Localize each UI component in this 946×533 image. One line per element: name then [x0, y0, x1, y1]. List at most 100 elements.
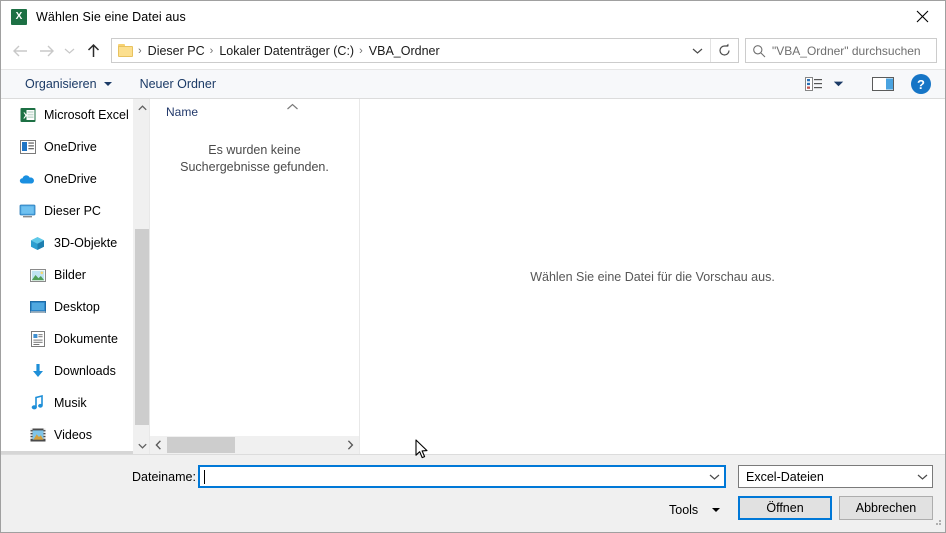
filetype-dropdown[interactable]: Excel-Dateien [738, 465, 933, 488]
filename-label: Dateiname: [132, 470, 196, 484]
scroll-left-button[interactable] [150, 436, 167, 454]
sidebar-item-desktop[interactable]: Desktop [1, 291, 133, 323]
sidebar-item-downloads[interactable]: Downloads [1, 355, 133, 387]
open-label: Öffnen [766, 501, 804, 515]
scroll-up-button[interactable] [134, 99, 149, 116]
forward-button[interactable] [33, 38, 59, 64]
sidebar-scrollbar[interactable] [133, 99, 149, 454]
file-list-hscrollbar[interactable] [150, 436, 359, 454]
onedrive-cloud-icon [19, 171, 36, 188]
dialog-body: X Microsoft Excel OneDrive OneDrive Dies… [1, 99, 945, 454]
downloads-icon [29, 363, 46, 380]
chevron-down-icon [103, 82, 112, 86]
forward-arrow-icon [39, 45, 54, 56]
up-one-level-button[interactable] [79, 38, 107, 64]
organize-label: Organisieren [25, 77, 97, 91]
preview-pane-button[interactable] [867, 71, 899, 97]
sidebar-scroll-area: X Microsoft Excel OneDrive OneDrive Dies… [1, 99, 133, 454]
breadcrumb-item-0[interactable]: Dieser PC [145, 44, 208, 58]
close-button[interactable] [899, 1, 945, 32]
breadcrumb-separator: › [359, 44, 363, 57]
sidebar-item-microsoft-excel[interactable]: X Microsoft Excel [1, 99, 133, 131]
sidebar-item-onedrive[interactable]: OneDrive [1, 163, 133, 195]
sort-ascending-icon [286, 100, 299, 114]
sidebar-item-bilder[interactable]: Bilder [1, 259, 133, 291]
sidebar-item-videos[interactable]: Videos [1, 419, 133, 451]
address-dropdown-button[interactable] [684, 39, 710, 62]
refresh-icon [719, 43, 730, 56]
resize-grip[interactable] [931, 515, 942, 529]
view-options-button[interactable] [800, 71, 828, 97]
refresh-button[interactable] [710, 39, 738, 62]
scroll-left-icon [155, 440, 161, 450]
sidebar-item-dokumente[interactable]: Dokumente [1, 323, 133, 355]
sidebar-item-onedrive-business[interactable]: OneDrive [1, 131, 133, 163]
search-box[interactable]: "VBA_Ordner" durchsuchen [745, 38, 937, 63]
pictures-icon [29, 267, 46, 284]
excel-icon: X [19, 107, 36, 124]
new-folder-label: Neuer Ordner [139, 77, 217, 91]
filename-field[interactable] [198, 465, 726, 488]
help-button[interactable]: ? [911, 74, 931, 94]
sidebar-item-3d-objekte[interactable]: 3D-Objekte [1, 227, 133, 259]
search-input[interactable]: "VBA_Ordner" durchsuchen [772, 44, 921, 58]
navigation-sidebar: X Microsoft Excel OneDrive OneDrive Dies… [1, 99, 149, 454]
scroll-up-icon [137, 104, 147, 110]
address-bar[interactable]: › Dieser PC › Lokaler Datenträger (C:) ›… [111, 38, 739, 63]
toolbar-right-group: ? [800, 71, 937, 97]
chevron-down-icon [833, 81, 844, 87]
breadcrumb-separator: › [209, 44, 214, 57]
sidebar-scroll-thumb[interactable] [135, 229, 149, 425]
window-title: Wählen Sie eine Datei aus [36, 9, 186, 24]
column-header-row: Name [150, 99, 359, 124]
sidebar-item-label: Downloads [54, 364, 116, 378]
sidebar-item-label: Dieser PC [44, 204, 101, 218]
file-open-dialog: X Wählen Sie eine Datei aus › Dieser PC … [0, 0, 946, 533]
up-arrow-icon [87, 43, 99, 57]
file-list-pane: Name Es wurden keine Suchergebnisse gefu… [149, 99, 359, 454]
help-icon: ? [917, 76, 925, 92]
sidebar-item-musik[interactable]: Musik [1, 387, 133, 419]
videos-icon [29, 427, 46, 444]
file-list-hscroll-thumb[interactable] [167, 437, 235, 453]
scroll-right-icon [347, 440, 354, 450]
cancel-button[interactable]: Abbrechen [839, 496, 933, 520]
open-button[interactable]: Öffnen [738, 496, 832, 520]
filetype-dropdown-button[interactable] [912, 466, 932, 487]
chevron-down-icon [709, 474, 719, 480]
sidebar-item-label: Bilder [54, 268, 86, 282]
navigation-bar: › Dieser PC › Lokaler Datenträger (C:) ›… [1, 32, 945, 69]
filename-dropdown-button[interactable] [704, 467, 724, 486]
organize-button[interactable]: Organisieren [19, 72, 118, 96]
onedrive-business-icon [19, 139, 36, 156]
chevron-down-icon [917, 474, 927, 480]
breadcrumb-item-2[interactable]: VBA_Ordner [366, 44, 443, 58]
sidebar-item-label: Videos [54, 428, 92, 442]
close-icon [916, 10, 928, 23]
scroll-right-button[interactable] [342, 436, 359, 454]
breadcrumb-item-1[interactable]: Lokaler Datenträger (C:) [216, 44, 357, 58]
empty-results-message: Es wurden keine Suchergebnisse gefunden. [180, 143, 329, 174]
text-caret [204, 469, 205, 484]
recent-locations-button[interactable] [59, 38, 79, 64]
sidebar-item-label: OneDrive [44, 172, 97, 186]
breadcrumb-separator: › [138, 44, 142, 57]
3d-objects-icon [29, 235, 46, 252]
sidebar-item-label: Dokumente [54, 332, 118, 346]
new-folder-button[interactable]: Neuer Ordner [134, 72, 222, 96]
preview-pane: Wählen Sie eine Datei für die Vorschau a… [359, 99, 945, 454]
search-icon [746, 44, 772, 58]
desktop-icon [29, 299, 46, 316]
column-header-name[interactable]: Name [166, 105, 198, 119]
sidebar-item-label: 3D-Objekte [54, 236, 118, 250]
folder-icon [118, 43, 134, 58]
sidebar-item-dieser-pc[interactable]: Dieser PC [1, 195, 133, 227]
command-toolbar: Organisieren Neuer Ordner ? [1, 69, 945, 99]
view-dropdown-button[interactable] [828, 71, 849, 97]
filetype-value: Excel-Dateien [746, 469, 824, 484]
scroll-down-button[interactable] [134, 437, 149, 454]
back-button[interactable] [7, 38, 33, 64]
preview-pane-icon [872, 77, 894, 91]
sidebar-item-label: Desktop [54, 300, 100, 314]
tools-button[interactable]: Tools [669, 498, 721, 521]
